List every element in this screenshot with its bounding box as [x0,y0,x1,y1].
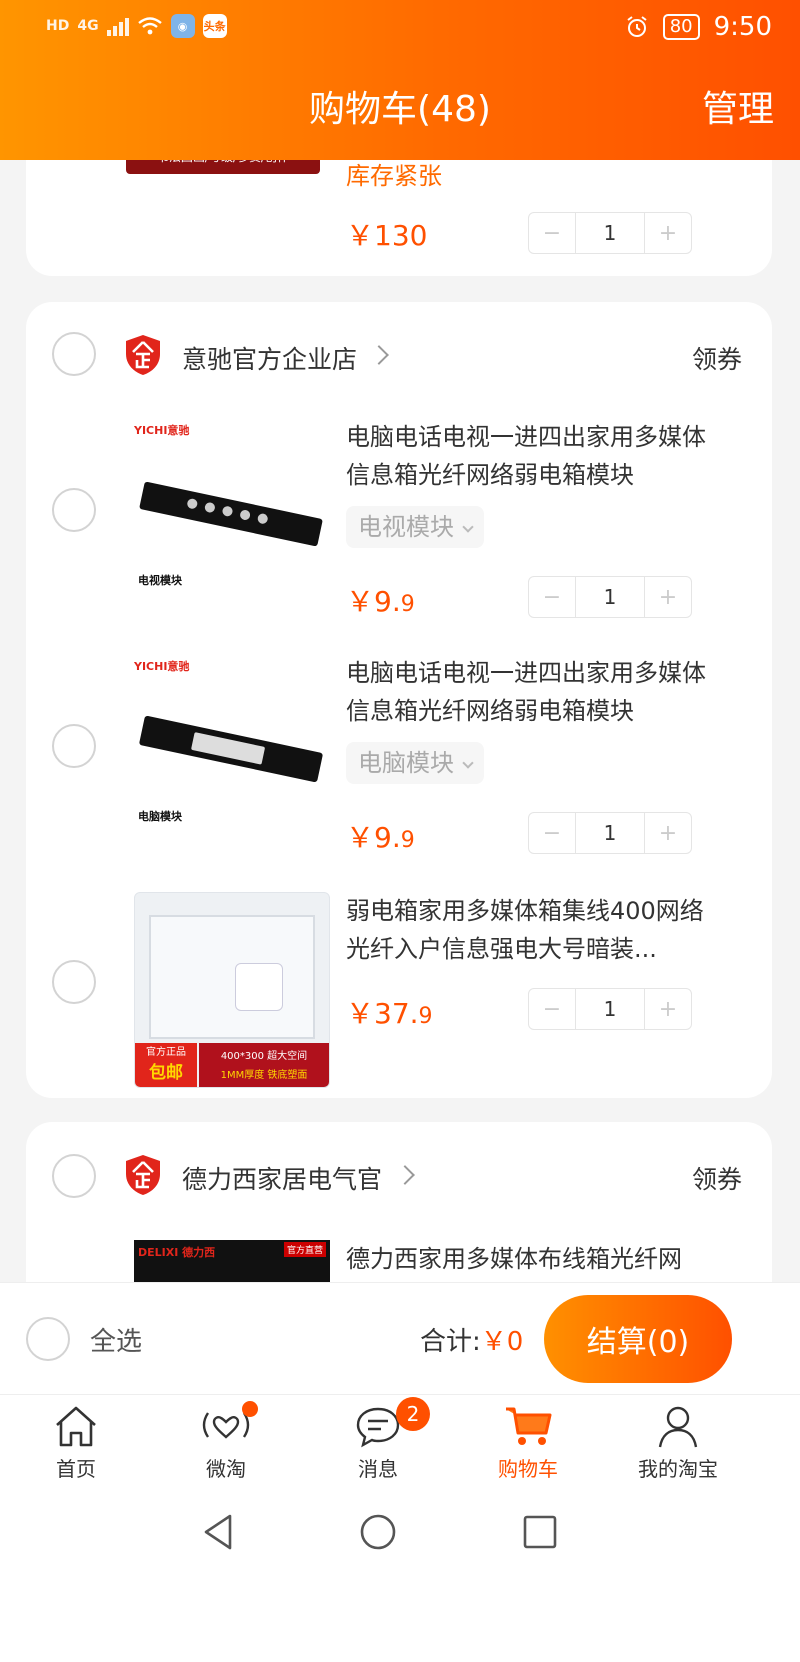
enterprise-shop-icon [126,1155,160,1195]
home-icon [56,1406,96,1447]
select-all-label[interactable]: 全选 [90,1321,142,1358]
chevron-right-icon [395,1165,415,1185]
item-price: ￥9.9 [346,585,415,618]
total-price: 合计:￥0 [420,1327,524,1357]
item-select-radio[interactable] [52,724,96,768]
coupon-button[interactable]: 领券 [692,1160,742,1196]
variant-selector[interactable]: 电脑模块 [346,742,484,784]
select-all-radio[interactable] [26,1317,70,1361]
quantity-stepper: − 1 + [528,812,692,854]
manage-button[interactable]: 管理 [702,80,774,132]
tab-weitao[interactable]: 微淘 [166,1401,286,1482]
store-select-radio[interactable] [52,1154,96,1198]
toutiao-icon: 头条 [202,14,227,38]
decrement-button[interactable]: − [529,213,575,253]
increment-button[interactable]: + [645,577,691,617]
tab-my-taobao[interactable]: 我的淘宝 [618,1403,738,1482]
official-tag: 官方正品 包邮 [135,1043,197,1087]
page-title: 购物车(48) [309,89,491,130]
store-card-yichi: 意驰官方企业店 领券 YICHI意驰 电视模块 电脑电话电视一进四出家用多媒体信… [26,302,772,1098]
battery-indicator: 80 [662,14,700,40]
stock-warning: 库存紧张 [346,162,442,190]
network-indicator: 4G [77,18,99,34]
message-count-badge: 2 [396,1397,430,1431]
user-icon [658,1406,698,1448]
quantity-value[interactable]: 1 [575,213,645,253]
store-select-radio[interactable] [52,332,96,376]
item-price: ￥9.9 [346,821,415,854]
notification-dot [242,1401,258,1417]
product-title[interactable]: 德力西家用多媒体布线箱光纤网 [346,1240,716,1278]
module-panel-image [139,481,323,547]
tab-home[interactable]: 首页 [16,1403,136,1482]
app-notification-icon: ◉ [170,14,195,38]
quantity-value[interactable]: 1 [575,813,645,853]
tab-messages[interactable]: 消息 2 [318,1397,438,1482]
quantity-value[interactable]: 1 [575,577,645,617]
product-thumbnail[interactable]: YICHI意驰 电视模块 [134,410,330,606]
coupon-button[interactable]: 领券 [692,340,742,376]
store-name[interactable]: 德力西家居电气官 [182,1160,382,1196]
decrement-button[interactable]: − [529,577,575,617]
product-title[interactable]: 电脑电话电视一进四出家用多媒体信息箱光纤网络弱电箱模块 [346,418,716,494]
increment-button[interactable]: + [645,213,691,253]
quantity-stepper: − 1 + [528,988,692,1030]
home-circle-icon[interactable] [358,1512,398,1552]
item-price: ￥130 [346,219,428,252]
signal-icon [106,16,129,36]
product-title[interactable]: 弱电箱家用多媒体箱集线400网络光纤入户信息强电大号暗装... [346,892,716,968]
checkout-bar: 全选 合计:￥0 结算(0) [0,1282,800,1394]
recent-apps-icon[interactable] [520,1512,560,1552]
product-title[interactable]: 电脑电话电视一进四出家用多媒体信息箱光纤网络弱电箱模块 [346,654,716,730]
back-icon[interactable] [198,1512,238,1552]
cart-icon [506,1407,552,1445]
decrement-button[interactable]: − [529,813,575,853]
checkout-button[interactable]: 结算(0) [544,1295,732,1383]
module-panel-image [138,715,324,783]
variant-selector[interactable]: 电视模块 [346,506,484,548]
thumb-caption: 电脑模块 [138,810,182,823]
quantity-value[interactable]: 1 [575,989,645,1029]
item-price: ￥37.9 [346,997,433,1030]
decrement-button[interactable]: − [529,989,575,1029]
increment-button[interactable]: + [645,989,691,1029]
tab-cart[interactable]: 购物车 [468,1403,588,1482]
status-bar: HD 4G ◉ 头条 80 9:50 [0,0,800,56]
enterprise-shop-icon [126,335,160,375]
brand-logo: YICHI意驰 [134,660,190,673]
app-header: HD 4G ◉ 头条 80 9:50 购物车(48) 管理 [0,0,800,160]
spec-tag: 400*300 超大空间 1MM厚度 铁底塑面 [199,1043,329,1087]
quantity-stepper: − 1 + [528,212,692,254]
product-thumbnail[interactable]: YICHI意驰 电脑模块 [134,646,330,842]
clock: 9:50 [713,12,772,42]
quantity-stepper: − 1 + [528,576,692,618]
hd-indicator: HD [46,18,70,34]
bottom-tab-bar: 首页 微淘 消息 2 购物车 我的淘宝 [0,1394,800,1502]
brand-logo: YICHI意驰 [134,424,190,437]
thumb-caption: 电视模块 [138,574,182,587]
item-select-radio[interactable] [52,488,96,532]
store-name[interactable]: 意驰官方企业店 [182,340,357,376]
system-nav-bar [0,1502,800,1662]
increment-button[interactable]: + [645,813,691,853]
alarm-icon [627,16,647,37]
chevron-right-icon [369,345,389,365]
chevron-down-icon [462,521,474,533]
box-panel-image [149,915,315,1039]
chevron-down-icon [462,757,474,769]
product-thumbnail[interactable]: 官方正品 包邮 400*300 超大空间 1MM厚度 铁底塑面 [134,892,330,1088]
item-select-radio[interactable] [52,960,96,1004]
wifi-icon [137,17,162,35]
